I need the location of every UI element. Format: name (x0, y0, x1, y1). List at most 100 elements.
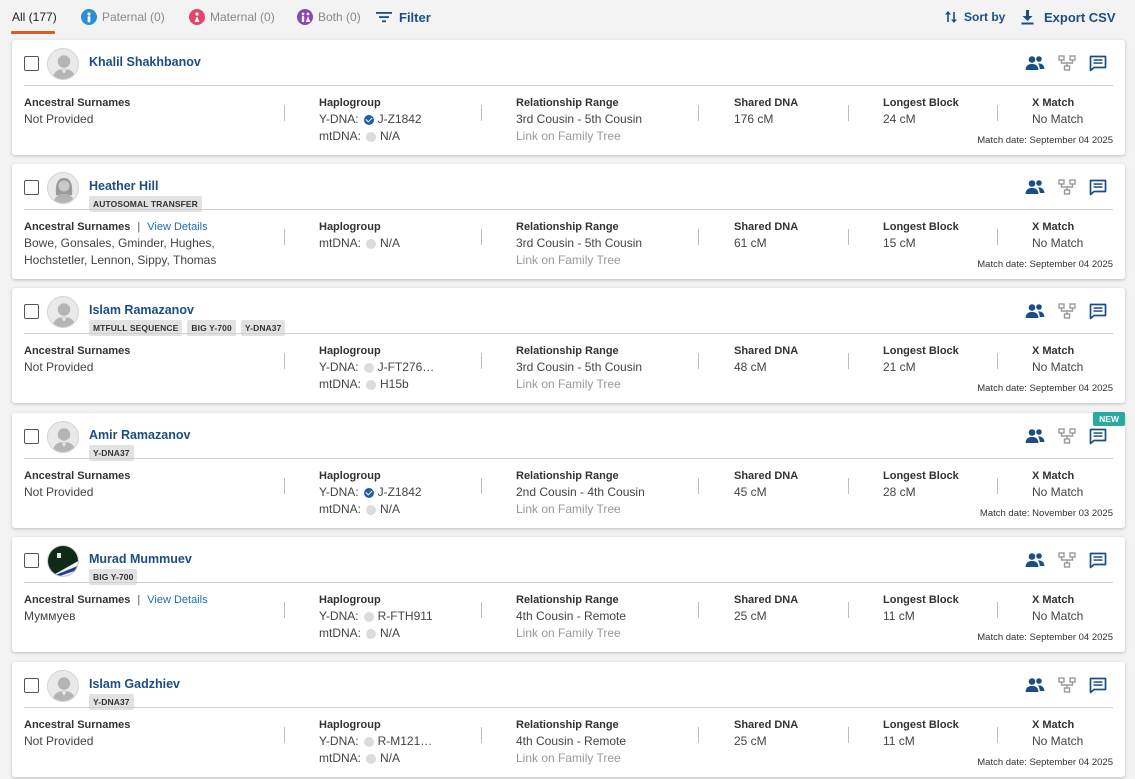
male-silhouette-icon[interactable] (47, 296, 79, 328)
message-icon[interactable] (1089, 303, 1107, 320)
female-silhouette-icon[interactable] (47, 172, 79, 204)
tab-all[interactable]: All (177) (12, 0, 57, 34)
message-icon[interactable] (1089, 55, 1107, 72)
mtdna-line: mtDNA: N/A (319, 501, 422, 518)
match-name-link[interactable]: Islam Gadzhiev (89, 677, 180, 691)
male-silhouette-icon[interactable] (47, 670, 79, 702)
match-name-link[interactable]: Khalil Shakhbanov (89, 55, 201, 69)
ancestral-surnames-header: Ancestral Surnames | View Details (24, 592, 208, 608)
column-divider (848, 105, 849, 121)
export-csv-button[interactable]: Export CSV (1020, 0, 1116, 34)
shared-dna-label: Shared DNA (734, 345, 799, 357)
x-match-label: X Match (1032, 594, 1075, 606)
match-name-link[interactable]: Amir Ramazanov (89, 428, 190, 442)
relationship-icon[interactable] (1025, 552, 1045, 569)
tab-paternal[interactable]: Paternal (0) (81, 0, 165, 34)
column-divider (698, 105, 699, 121)
match-actions (1025, 552, 1107, 569)
select-match-checkbox[interactable] (24, 429, 39, 444)
match-list-toolbar: All (177) Paternal (0) Maternal (0) Both… (0, 0, 1135, 36)
shared-dna-label: Shared DNA (734, 221, 799, 233)
link-family-tree-link[interactable]: Link on Family Tree (516, 750, 626, 767)
shared-dna-value: 48 cM (734, 360, 767, 374)
shared-dna-column: Shared DNA 61 cM (734, 219, 798, 252)
mtdna-key: mtDNA: (319, 502, 361, 516)
relationship-range-label: Relationship Range (516, 345, 619, 357)
label-separator: | (137, 221, 141, 233)
ydna-value: R-FTH911 (377, 609, 433, 623)
column-divider (284, 478, 285, 494)
message-icon[interactable] (1089, 552, 1107, 569)
relationship-icon[interactable] (1025, 179, 1045, 196)
link-family-tree-link[interactable]: Link on Family Tree (516, 625, 626, 642)
haplogroup-label: Haplogroup (319, 719, 381, 731)
message-icon[interactable] (1089, 677, 1107, 694)
male-silhouette-icon[interactable] (47, 421, 79, 453)
longest-block-label: Longest Block (883, 221, 959, 233)
filter-icon (376, 11, 392, 23)
confirmed-check-icon (363, 114, 374, 125)
ancestral-surnames-column: Ancestral Surnames Not Provided (24, 95, 130, 128)
sort-by-button[interactable]: Sort by (944, 0, 1005, 34)
select-match-checkbox[interactable] (24, 56, 39, 71)
haplogroup-label: Haplogroup (319, 345, 381, 357)
select-match-checkbox[interactable] (24, 304, 39, 319)
haplogroup-label: Haplogroup (319, 594, 381, 606)
match-actions (1025, 428, 1107, 445)
view-details-link[interactable]: View Details (147, 221, 207, 233)
shared-dna-column: Shared DNA 176 cM (734, 95, 798, 128)
family-tree-icon[interactable] (1058, 552, 1076, 569)
relationship-icon[interactable] (1025, 677, 1045, 694)
select-match-checkbox[interactable] (24, 553, 39, 568)
download-icon (1020, 9, 1035, 25)
longest-block-label: Longest Block (883, 345, 959, 357)
longest-block-value: 21 cM (883, 360, 916, 374)
ydna-key: Y-DNA: (319, 360, 359, 374)
tab-both[interactable]: Both (0) (297, 0, 361, 34)
relationship-icon[interactable] (1025, 303, 1045, 320)
relationship-range-label: Relationship Range (516, 97, 619, 109)
relationship-range-label: Relationship Range (516, 594, 619, 606)
match-name-link[interactable]: Murad Mummuev (89, 552, 192, 566)
match-name-link[interactable]: Islam Ramazanov (89, 303, 194, 317)
select-match-checkbox[interactable] (24, 678, 39, 693)
surname-text: Bowe, Gonsales, Gminder, Hughes, (24, 236, 215, 250)
match-actions (1025, 55, 1107, 72)
column-divider (997, 353, 998, 369)
mtdna-line: mtDNA: H15b (319, 376, 434, 393)
unconfirmed-dot-icon (363, 611, 374, 622)
message-icon[interactable] (1089, 179, 1107, 196)
family-tree-icon[interactable] (1058, 179, 1076, 196)
custom-photo-avatar[interactable] (47, 545, 79, 577)
column-divider (848, 602, 849, 618)
male-silhouette-icon[interactable] (47, 48, 79, 80)
relationship-range-label: Relationship Range (516, 470, 619, 482)
ydna-value: J-Z1842 (377, 485, 422, 499)
relationship-range-label: Relationship Range (516, 221, 619, 233)
shared-dna-value: 25 cM (734, 609, 767, 623)
mtdna-value: N/A (380, 129, 401, 143)
link-family-tree-link[interactable]: Link on Family Tree (516, 252, 642, 269)
link-family-tree-link[interactable]: Link on Family Tree (516, 376, 642, 393)
family-tree-icon[interactable] (1058, 303, 1076, 320)
relationship-icon[interactable] (1025, 55, 1045, 72)
family-tree-icon[interactable] (1058, 677, 1076, 694)
paternal-icon (81, 9, 97, 25)
x-match-value: No Match (1032, 485, 1084, 499)
column-divider (848, 229, 849, 245)
column-divider (848, 353, 849, 369)
match-name-link[interactable]: Heather Hill (89, 179, 158, 193)
select-match-checkbox[interactable] (24, 180, 39, 195)
family-tree-icon[interactable] (1058, 55, 1076, 72)
relationship-icon[interactable] (1025, 428, 1045, 445)
haplogroup-column: Haplogroup Y-DNA: R-FTH911 mtDNA: N/A (319, 592, 433, 642)
surname-text: Not Provided (24, 734, 94, 748)
message-icon[interactable] (1089, 428, 1107, 445)
link-family-tree-link[interactable]: Link on Family Tree (516, 128, 642, 145)
ydna-value: R-M121… (377, 734, 433, 748)
family-tree-icon[interactable] (1058, 428, 1076, 445)
link-family-tree-link[interactable]: Link on Family Tree (516, 501, 645, 518)
view-details-link[interactable]: View Details (147, 594, 207, 606)
tab-maternal[interactable]: Maternal (0) (189, 0, 275, 34)
filter-button[interactable]: Filter (376, 0, 431, 34)
